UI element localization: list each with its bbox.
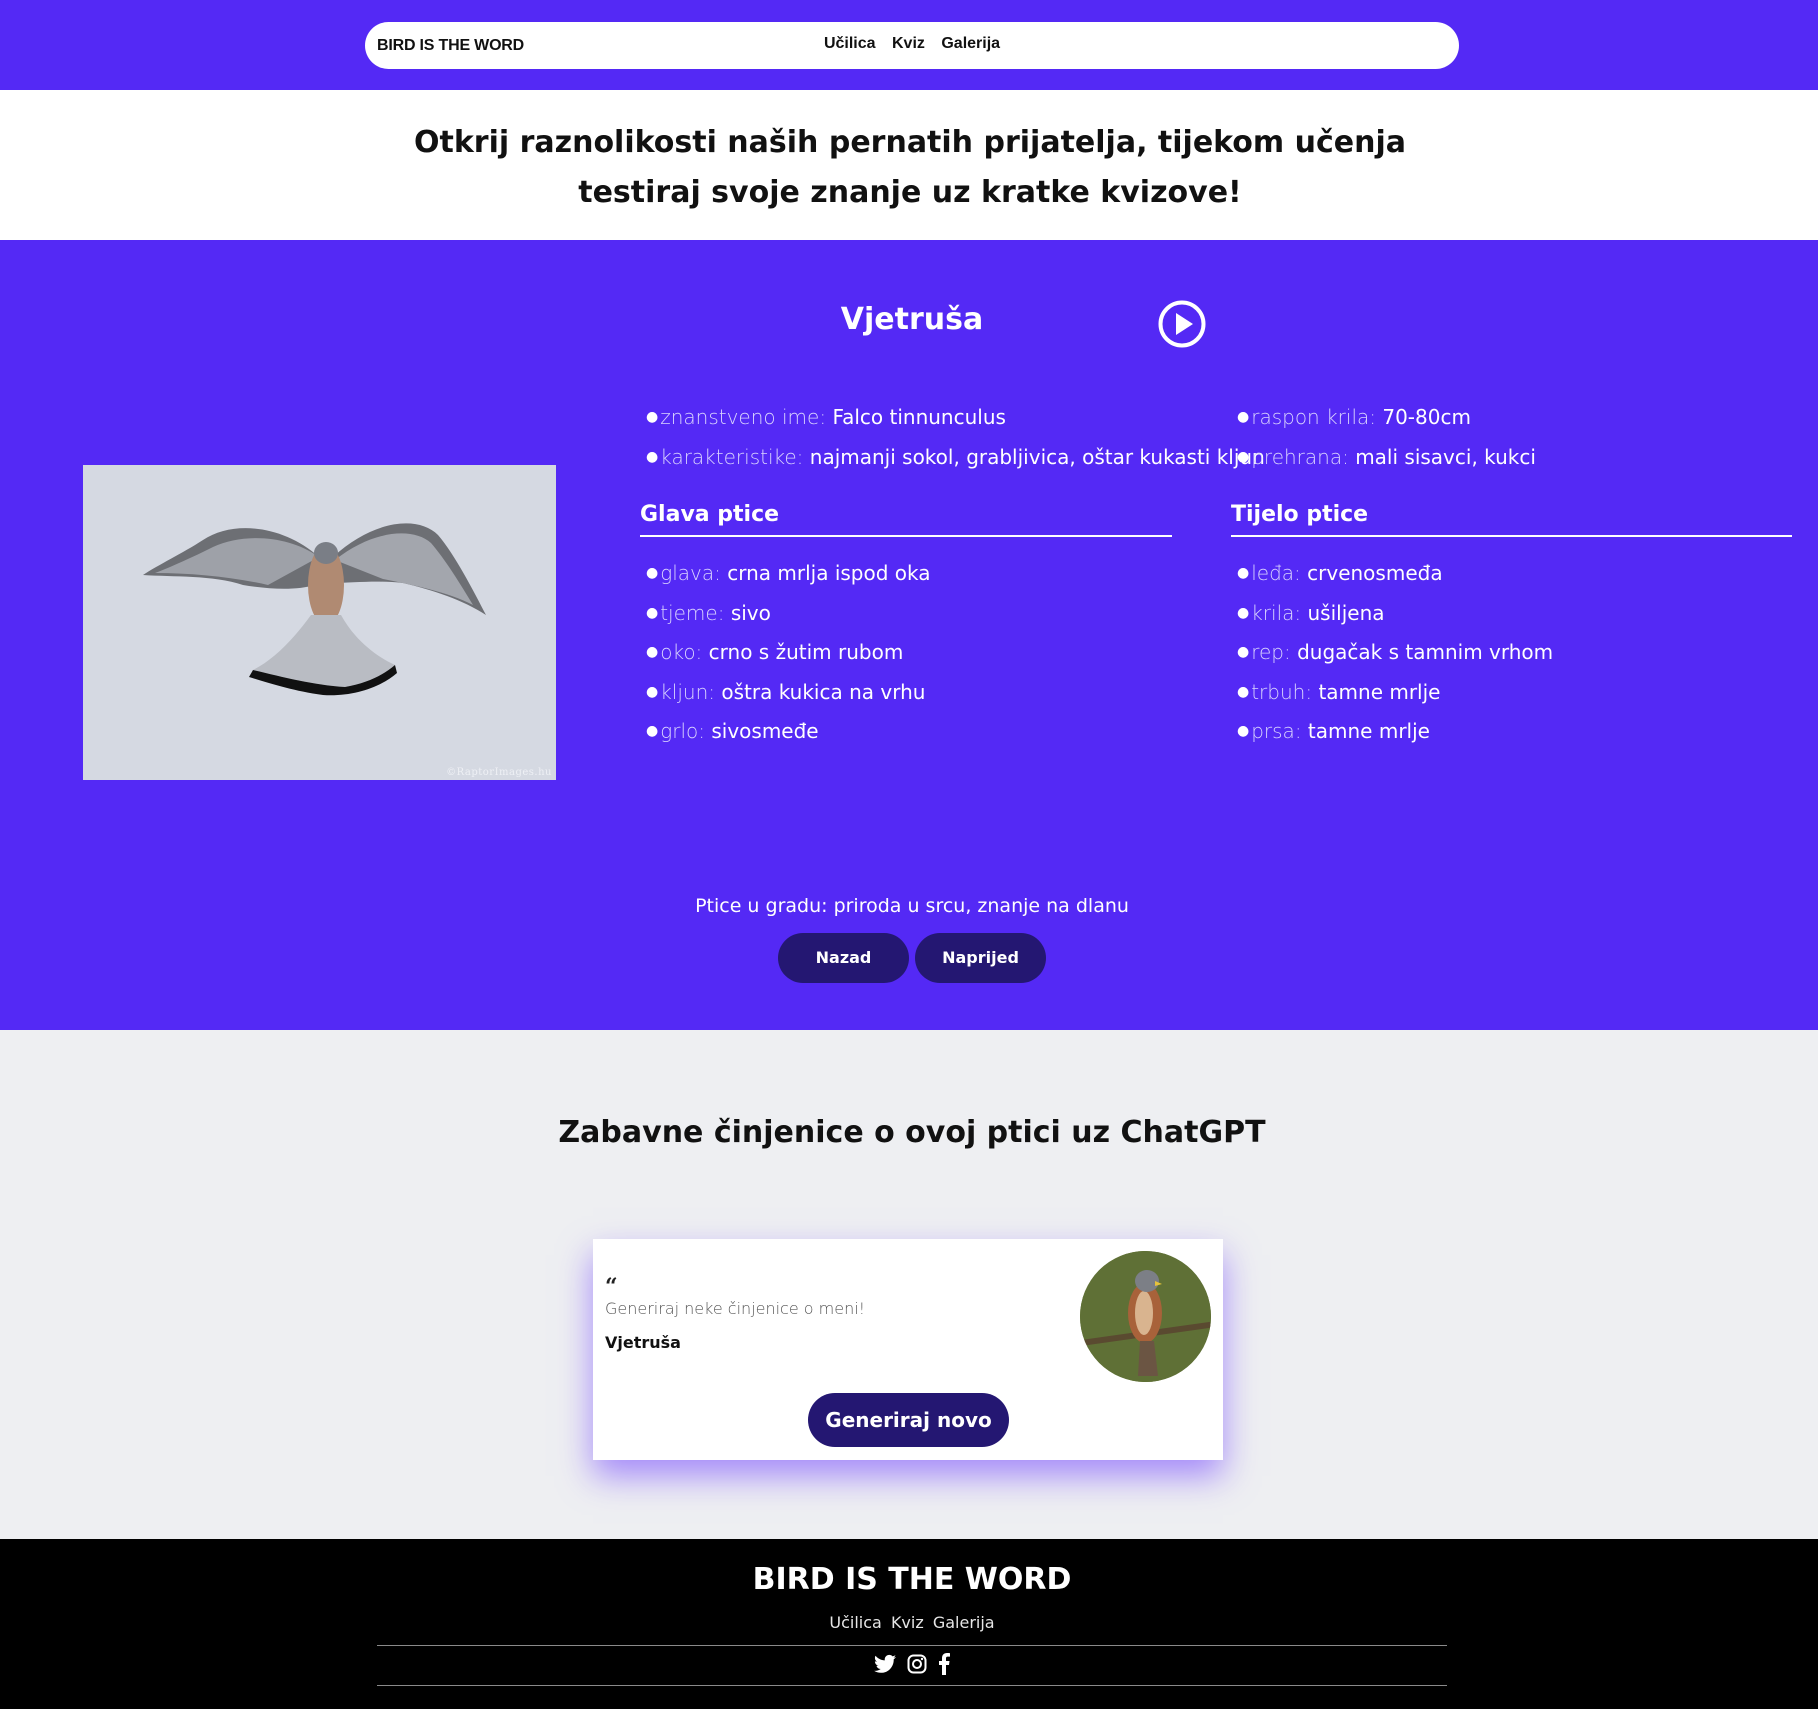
instagram-icon[interactable] <box>907 1654 927 1678</box>
list-item: ● prehrana: mali sisavci, kukci <box>1237 444 1536 469</box>
back-button[interactable]: Nazad <box>778 933 909 983</box>
facts-section: Zabavne činjenice o ovoj ptici uz ChatGP… <box>0 1030 1818 1539</box>
quote-icon: “ <box>605 1274 618 1300</box>
footer: BIRD IS THE WORD Učilica Kviz Galerija <box>0 1539 1818 1709</box>
list-item: ● leđa: crvenosmeđa <box>1237 561 1443 585</box>
nav-link-kviz[interactable]: Kviz <box>892 35 925 52</box>
list-item: ● raspon krila: 70-80cm <box>1237 405 1471 429</box>
list-item: ● grlo: sivosmeđe <box>646 719 819 743</box>
play-sound-button[interactable] <box>1158 300 1206 348</box>
bird-panel: Vjetruša ©RaptorImages.hu ● znanstveno im… <box>0 240 1818 1030</box>
bird-photo: ©RaptorImages.hu <box>83 465 556 780</box>
head-section-title: Glava ptice <box>640 502 1172 537</box>
list-item: ● krila: ušiljena <box>1237 600 1385 625</box>
list-item: ● tjeme: sivo <box>646 600 771 625</box>
next-button[interactable]: Naprijed <box>915 933 1046 983</box>
nav-links: Učilica Kviz Galerija <box>365 35 1459 53</box>
facts-bird-name: Vjetruša <box>605 1333 681 1352</box>
list-item: ● rep: dugačak s tamnim vrhom <box>1237 640 1554 664</box>
footer-link-galerija[interactable]: Galerija <box>933 1613 995 1632</box>
social-links <box>0 1653 1818 1679</box>
bird-avatar <box>1080 1251 1211 1382</box>
footer-brand: BIRD IS THE WORD <box>752 1562 1072 1597</box>
list-item: ● oko: crno s žutim rubom <box>646 640 904 664</box>
head-traits-list: ● glava: crna mrlja ispod oka ● tjeme: siv… <box>646 561 931 759</box>
play-icon <box>1158 300 1206 348</box>
list-item: ● glava: crna mrlja ispod oka <box>646 561 931 585</box>
header: BIRD IS THE WORD Učilica Kviz Galerija <box>0 0 1818 90</box>
general-info-right: ● raspon krila: 70-80cm ● prehrana: mali s… <box>1237 405 1536 484</box>
hero-headline: Otkrij raznolikosti naših pernatih prija… <box>413 125 1406 210</box>
bird-name: Vjetruša <box>840 302 984 337</box>
nav-link-galerija[interactable]: Galerija <box>941 35 1000 52</box>
list-item: ● trbuh: tamne mrlje <box>1237 679 1441 704</box>
list-item: ● znanstveno ime: Falco tinnunculus <box>646 405 1006 429</box>
facts-text: Generiraj neke činjenice o meni! <box>605 1299 866 1318</box>
hero: Otkrij raznolikosti naših pernatih prija… <box>0 90 1818 240</box>
footer-divider-bottom <box>377 1685 1447 1686</box>
footer-link-kviz[interactable]: Kviz <box>891 1613 924 1632</box>
footer-links: Učilica Kviz Galerija <box>0 1613 1818 1632</box>
photo-credit: ©RaptorImages.hu <box>446 767 552 778</box>
twitter-icon[interactable] <box>873 1654 896 1678</box>
general-info-left: ● znanstveno ime: Falco tinnunculus ● kara… <box>646 405 1265 484</box>
list-item: ● kljun: oštra kukica na vrhu <box>646 679 926 704</box>
footer-divider-top <box>377 1645 1447 1646</box>
nav-link-ucilica[interactable]: Učilica <box>824 35 876 52</box>
list-item: ● karakteristike: najmanji sokol, grablji… <box>646 444 1265 469</box>
facebook-icon[interactable] <box>938 1653 951 1679</box>
tagline: Ptice u gradu: priroda u srcu, znanje na… <box>695 895 1129 917</box>
generate-new-button[interactable]: Generiraj novo <box>808 1393 1009 1447</box>
footer-link-ucilica[interactable]: Učilica <box>829 1613 881 1632</box>
facts-card: “ Generiraj neke činjenice o meni! Vjetr… <box>593 1239 1223 1460</box>
body-section-title: Tijelo ptice <box>1231 502 1792 537</box>
list-item: ● prsa: tamne mrlje <box>1237 719 1430 743</box>
navbar: BIRD IS THE WORD Učilica Kviz Galerija <box>365 22 1459 69</box>
facts-title: Zabavne činjenice o ovoj ptici uz ChatGP… <box>558 1115 1266 1150</box>
body-traits-list: ● leđa: crvenosmeđa ● krila: ušiljena ● rep… <box>1237 561 1553 759</box>
